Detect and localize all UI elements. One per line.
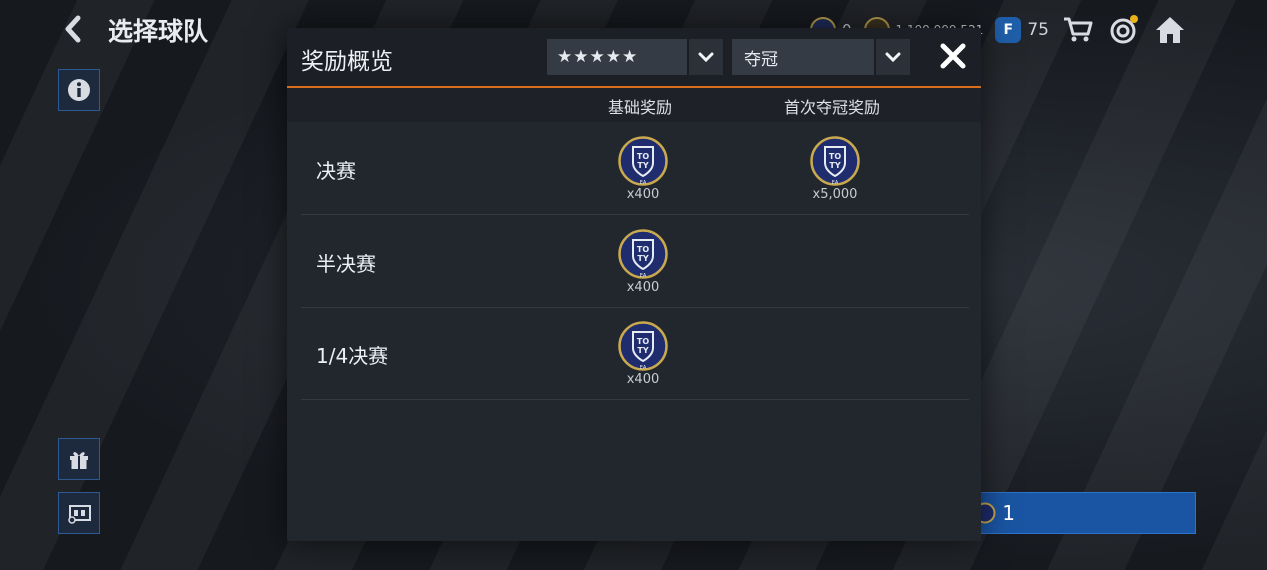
rewards-overview-modal: 奖励概览 ★★★★★ 夺冠 基础奖励 首次夺冠奖励 决赛 TO TY EA x4… [287,28,981,541]
svg-text:TO: TO [637,245,649,254]
svg-text:TY: TY [637,254,648,263]
home-icon [1155,17,1184,43]
difficulty-stars: ★★★★★ [557,47,639,67]
fc-points-counter[interactable]: F 75 [995,17,1049,43]
stage-dropdown[interactable] [874,39,910,75]
first-win-reward: TO TY EA x5,000 [805,136,865,202]
home-button[interactable] [1153,13,1187,47]
toty-badge-icon: TO TY EA [618,229,668,279]
modal-header: 奖励概览 ★★★★★ 夺冠 [287,28,981,88]
reward-row-final: 决赛 TO TY EA x400 TO TY EA x5,000 [301,122,969,215]
base-reward-header: 基础奖励 [608,98,673,117]
svg-text:EA: EA [832,180,839,186]
difficulty-select[interactable]: ★★★★★ [547,39,723,75]
reward-quantity: x400 [626,187,660,202]
reward-quantity: x5,000 [812,187,858,202]
close-button[interactable] [935,38,971,74]
base-reward: TO TY EA x400 [613,321,673,387]
svg-text:EA: EA [640,365,647,371]
svg-text:TO: TO [829,152,841,161]
svg-text:EA: EA [640,180,647,186]
info-button[interactable] [58,69,100,111]
toty-badge-icon: TO TY EA [618,321,668,371]
svg-text:TY: TY [637,161,648,170]
cart-button[interactable] [1061,13,1095,47]
claim-value: 1 [1002,501,1015,525]
base-reward: TO TY EA x400 [613,136,673,202]
svg-text:TY: TY [637,346,648,355]
row-label: 决赛 [316,159,356,183]
row-label: 半决赛 [316,252,376,276]
info-icon [68,79,90,101]
chevron-down-icon [698,52,714,62]
chevron-left-icon [65,15,81,43]
svg-text:TO: TO [637,337,649,346]
svg-text:TY: TY [829,161,840,170]
difficulty-dropdown[interactable] [687,39,723,75]
reward-quantity: x400 [626,372,660,387]
page-title: 选择球队 [108,17,209,46]
svg-text:EA: EA [640,273,647,279]
fc-points-value: 75 [1027,20,1049,40]
gift-icon [70,452,88,469]
first-win-reward-header: 首次夺冠奖励 [784,98,881,117]
svg-text:TO: TO [637,152,649,161]
reward-row-semifinal: 半决赛 TO TY EA x400 [301,215,969,308]
target-icon [1110,15,1138,44]
row-label: 1/4决赛 [316,344,389,368]
back-button[interactable] [62,14,84,50]
toty-badge-icon: TO TY EA [810,136,860,186]
reward-row-quarterfinal: 1/4决赛 TO TY EA x400 [301,307,969,400]
stage-select[interactable]: 夺冠 [732,39,910,75]
match-button[interactable] [58,492,100,534]
close-icon [940,43,966,69]
fc-points-icon: F [995,17,1022,43]
objectives-button[interactable] [1107,13,1141,47]
match-icon [68,505,91,524]
gift-button[interactable] [58,438,100,480]
cart-icon [1063,17,1093,42]
toty-badge-icon: TO TY EA [618,136,668,186]
chevron-down-icon [885,52,901,62]
column-headers: 基础奖励 首次夺冠奖励 [287,88,981,122]
base-reward: TO TY EA x400 [613,229,673,295]
reward-quantity: x400 [626,280,660,295]
stage-select-value: 夺冠 [744,49,778,70]
modal-title: 奖励概览 [301,49,393,75]
